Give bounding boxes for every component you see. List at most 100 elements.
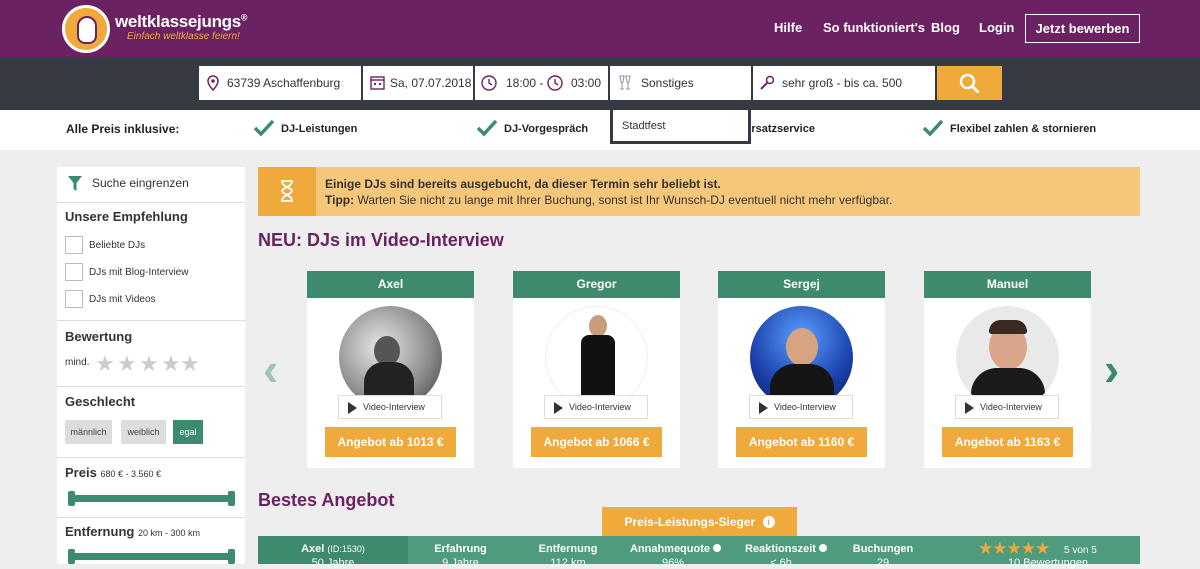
star-icon[interactable]: ★ xyxy=(161,353,181,375)
slider-handle[interactable] xyxy=(68,549,75,564)
checkbox-label: DJs mit Videos xyxy=(89,294,156,305)
carousel-next-icon[interactable]: › xyxy=(1104,346,1119,392)
star-icon[interactable]: ★ xyxy=(180,353,200,375)
checkmark-icon xyxy=(922,119,944,137)
video-interview-button[interactable]: Video-Interview xyxy=(749,395,853,419)
time-from-value: 18:00 - xyxy=(506,76,544,90)
rating-min-label: mind. xyxy=(65,357,90,368)
info-icon[interactable] xyxy=(713,544,722,552)
logo-icon[interactable] xyxy=(62,5,110,53)
gender-any-button[interactable]: egal xyxy=(173,420,203,444)
info-icon[interactable]: i xyxy=(762,516,775,528)
distance-section: Entfernung 20 km - 300 km xyxy=(57,517,245,564)
offer-button[interactable]: Angebot ab 1163 € xyxy=(942,427,1073,457)
dj-name: Manuel xyxy=(924,271,1091,298)
search-bar: 63739 Aschaffenburg Sa, 07.07.2018 18:00… xyxy=(0,57,1200,110)
checkbox-label: DJs mit Blog-Interview xyxy=(89,267,189,278)
dj-card[interactable]: Sergej Video-Interview Angebot ab 1160 € xyxy=(718,271,885,468)
recommendation-section: Unsere Empfehlung Beliebte DJs DJs mit B… xyxy=(57,202,245,320)
gender-male-button[interactable]: männlich xyxy=(65,420,112,444)
event-type-field[interactable]: Sonstiges xyxy=(610,66,751,100)
gender-title: Geschlecht xyxy=(65,394,136,409)
video-interview-button[interactable]: Video-Interview xyxy=(955,395,1059,419)
filter-sidebar: Suche eingrenzen Unsere Empfehlung Belie… xyxy=(57,167,245,564)
star-icon[interactable]: ★ xyxy=(139,353,159,375)
dj-card[interactable]: Axel Video-Interview Angebot ab 1013 € xyxy=(307,271,474,468)
dj-name: Sergej xyxy=(718,271,885,298)
rating-text: 5 von 5 xyxy=(1064,545,1097,556)
nav-help[interactable]: Hilfe xyxy=(774,20,802,35)
dj-card[interactable]: Gregor Video-Interview Angebot ab 1066 € xyxy=(513,271,680,468)
recommendation-title: Unsere Empfehlung xyxy=(65,209,188,224)
brand-name[interactable]: weltklassejungs® xyxy=(115,12,248,32)
date-field[interactable]: Sa, 07.07.2018 xyxy=(363,66,473,100)
party-size-field[interactable]: sehr groß - bis ca. 500 Gäste xyxy=(753,66,935,100)
star-icon[interactable]: ★ xyxy=(117,353,137,375)
bookings-value: 29 xyxy=(876,557,890,569)
dj-name: Axel xyxy=(307,271,474,298)
dropdown-option[interactable]: Stadtfest xyxy=(622,120,665,132)
offer-button[interactable]: Angebot ab 1066 € xyxy=(531,427,662,457)
location-field[interactable]: 63739 Aschaffenburg xyxy=(199,66,361,100)
best-offer-table[interactable]: Axel (ID:1530) 50 Jahre Erfahrung 9 Jahr… xyxy=(258,536,1140,569)
slider-handle[interactable] xyxy=(228,491,235,506)
experience-header: Erfahrung xyxy=(434,543,487,555)
checkbox-videos[interactable] xyxy=(65,290,83,308)
search-icon xyxy=(959,73,980,94)
star-icon[interactable]: ★ xyxy=(95,353,115,375)
distance-value: 112 km xyxy=(550,557,586,569)
rating-title: Bewertung xyxy=(65,329,133,344)
nav-login[interactable]: Login xyxy=(979,20,1014,35)
includes-bar: Alle Preis inklusive: DJ-Leistungen DJ-V… xyxy=(0,110,1200,150)
time-field[interactable]: 18:00 - 03:00 xyxy=(475,66,608,100)
offer-button[interactable]: Angebot ab 1160 € xyxy=(736,427,867,457)
gender-female-button[interactable]: weiblich xyxy=(121,420,166,444)
carousel-prev-icon[interactable]: ‹ xyxy=(263,346,278,392)
checkbox-blog-interview[interactable] xyxy=(65,263,83,281)
dj-name: Gregor xyxy=(513,271,680,298)
apply-button[interactable]: Jetzt bewerben xyxy=(1025,14,1140,43)
brand-slogan: Einfach weltklasse feiern! xyxy=(127,31,240,42)
checkbox-popular[interactable] xyxy=(65,236,83,254)
avatar xyxy=(956,306,1059,409)
video-interview-button[interactable]: Video-Interview xyxy=(338,395,442,419)
party-size-value: sehr groß - bis ca. 500 Gäste xyxy=(782,76,903,90)
dj-age: 50 Jahre xyxy=(311,557,355,569)
dj-card[interactable]: Manuel Video-Interview Angebot ab 1163 € xyxy=(924,271,1091,468)
nav-how-it-works[interactable]: So funktioniert's xyxy=(823,20,925,35)
dj-name-cell: Axel (ID:1530) xyxy=(301,543,365,555)
rating-stars-icon: ★★★★★ xyxy=(978,539,1050,558)
hourglass-icon xyxy=(281,180,293,202)
offer-button[interactable]: Angebot ab 1013 € xyxy=(325,427,456,457)
search-button[interactable] xyxy=(937,66,1002,100)
price-range: 680 € - 3.560 € xyxy=(100,469,161,479)
info-icon[interactable] xyxy=(818,544,827,552)
slider-handle[interactable] xyxy=(228,549,235,564)
price-slider[interactable] xyxy=(68,491,235,506)
location-pin-icon xyxy=(207,75,219,91)
badge-label: Preis-Leistungs-Sieger xyxy=(624,515,756,529)
video-interview-button[interactable]: Video-Interview xyxy=(544,395,648,419)
avatar xyxy=(339,306,442,409)
event-type-dropdown[interactable]: Stadtfest xyxy=(610,107,751,144)
review-count: 10 Bewertungen xyxy=(1007,557,1089,569)
microphone-icon xyxy=(760,75,775,90)
price-section: Preis 680 € - 3.560 € xyxy=(57,457,245,517)
response-time-header: Reaktionszeit xyxy=(736,543,836,555)
distance-header: Entfernung xyxy=(538,543,598,555)
filter-title: Suche eingrenzen xyxy=(92,176,189,190)
checkmark-icon xyxy=(253,119,275,137)
calendar-icon xyxy=(370,76,385,90)
alert-tip-label: Tipp: xyxy=(325,193,355,207)
clock-icon xyxy=(547,75,563,91)
price-performance-badge[interactable]: Preis-Leistungs-Sieger i xyxy=(602,507,797,537)
slider-handle[interactable] xyxy=(68,491,75,506)
date-value: Sa, 07.07.2018 xyxy=(390,76,472,90)
avatar xyxy=(750,306,853,409)
video-section-title: NEU: DJs im Video-Interview xyxy=(258,230,504,250)
avatar xyxy=(545,306,648,409)
nav-blog[interactable]: Blog xyxy=(931,20,960,35)
distance-slider[interactable] xyxy=(68,549,235,564)
checkbox-label: Beliebte DJs xyxy=(89,240,146,251)
alert-tip-text: Warten Sie nicht zu lange mit Ihrer Buch… xyxy=(354,193,893,207)
